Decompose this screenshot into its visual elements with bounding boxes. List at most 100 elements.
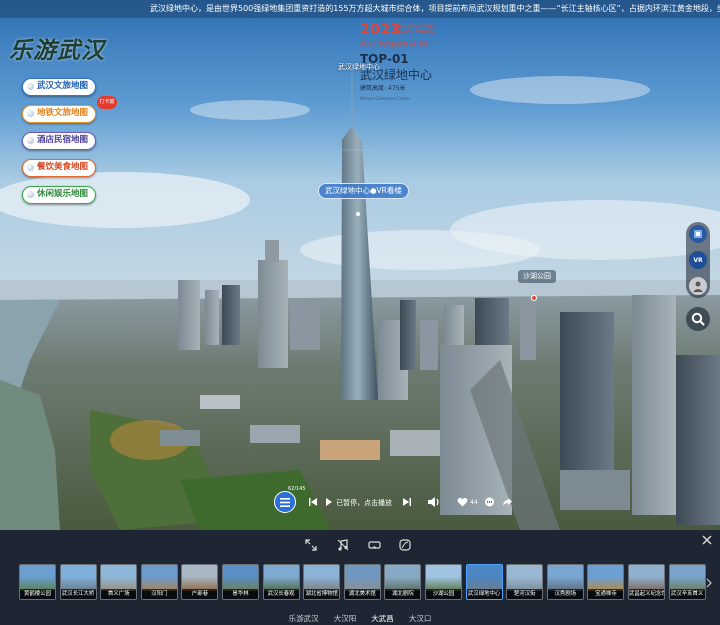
thumbnail-image (101, 565, 137, 591)
search-icon (691, 312, 705, 326)
scene-thumbnail[interactable]: 黄鹤楼公园 (19, 564, 56, 600)
scene-thumbnail[interactable]: 汉秀剧场 (546, 564, 584, 600)
expand-icon (305, 539, 317, 551)
poster-height: 建筑高度: 475米 (360, 85, 406, 92)
vr-glasses-icon (368, 541, 381, 549)
vr-mode-button[interactable]: VR (689, 251, 707, 269)
scene-thumbnail[interactable]: 武汉长江大桥 (59, 564, 97, 600)
music-button[interactable] (337, 536, 350, 551)
thumbnail-label: 楚河汉街 (507, 589, 543, 599)
close-panel-button[interactable] (702, 535, 712, 548)
thumbnail-image (588, 565, 624, 591)
thumbnail-image (629, 565, 664, 591)
thumbnail-label: 湖北剧院 (385, 589, 421, 599)
scene-thumbnail[interactable]: 户部巷 (181, 564, 219, 600)
share-button[interactable] (502, 496, 513, 508)
author-avatar[interactable] (689, 277, 707, 295)
announcement-marquee: 武汉绿地中心，是由世界500强绿地集团重资打造的155万方超大城市综合体，项目提… (0, 0, 720, 18)
menu-item-label: 酒店民宿地图 (37, 135, 89, 145)
thumbnail-image (141, 565, 177, 591)
share-icon (503, 498, 512, 506)
scene-thumbnail[interactable]: 武昌起义纪念馆 (628, 564, 665, 600)
scene-thumbnail[interactable]: 楚河汉街 (506, 564, 544, 600)
thumbnail-label: 武汉长春观 (263, 589, 299, 599)
tab-hanyang[interactable]: 大汉阳 (334, 612, 357, 625)
like-button[interactable]: 44 (457, 496, 478, 508)
player-bar: 62/145 已暂停，点击播放 44 (274, 486, 524, 516)
scene-thumbnail[interactable]: 湖北省博物馆 (303, 564, 341, 600)
thumbnail-label: 汉阳门 (141, 589, 177, 599)
menu-item-food-map[interactable]: 餐饮美食地图 (22, 159, 96, 177)
comment-icon (485, 497, 494, 506)
vr-icon: VR (693, 256, 703, 264)
tab-hankou[interactable]: 大汉口 (409, 612, 432, 625)
menu-item-label: 餐饮美食地图 (37, 162, 89, 172)
vr-hotspot[interactable]: 武汉绿地中心●VR看楼 (318, 183, 409, 199)
tower-label: 武汉绿地中心 (338, 63, 380, 71)
poster-english-title: WUHAN TOP TOWER BUILDING RANKINGS (394, 24, 436, 34)
like-count: 44 (470, 498, 478, 506)
scene-menu-button[interactable] (274, 491, 296, 513)
map-menu: 武汉文旅地图 地铁文旅地图 酒店民宿地图 餐饮美食地图 休闲娱乐地图 (22, 78, 96, 213)
play-button[interactable] (325, 496, 333, 508)
menu-item-leisure-map[interactable]: 休闲娱乐地图 (22, 186, 96, 204)
close-icon (702, 535, 712, 545)
thumbnail-image (304, 565, 340, 591)
next-button[interactable] (402, 496, 412, 508)
site-logo: 乐游武汉 (9, 37, 105, 64)
menu-item-metro-map[interactable]: 地铁文旅地图 (22, 105, 96, 123)
heart-icon (457, 497, 468, 507)
thumbnail-image (669, 565, 705, 591)
scene-thumbnail[interactable]: 汉阳门 (140, 564, 178, 600)
menu-item-label: 武汉文旅地图 (37, 81, 89, 91)
scene-counter: 62/145 (288, 486, 306, 492)
scene-thumbnail[interactable]: 武汉长春观 (262, 564, 300, 600)
thumbnail-label: 湖北省博物馆 (304, 589, 340, 599)
thumbnail-next-button[interactable] (706, 578, 712, 591)
menu-item-hotel-map[interactable]: 酒店民宿地图 (22, 132, 96, 150)
next-icon (403, 498, 411, 506)
fullscreen-button[interactable] (305, 536, 318, 551)
search-button[interactable] (686, 307, 710, 331)
thumbnail-label: 武昌起义纪念馆 (629, 589, 664, 599)
thumbnail-label: 汉秀剧场 (547, 589, 583, 599)
thumbnail-image (385, 565, 421, 591)
thumbnail-image (223, 565, 258, 591)
scene-thumbnail[interactable]: 湖北美术馆 (343, 564, 381, 600)
thumbnail-image (426, 565, 461, 591)
sound-button[interactable] (427, 496, 441, 508)
menu-item-label: 休闲娱乐地图 (37, 189, 89, 199)
previous-icon (309, 498, 317, 506)
globe-icon (27, 110, 34, 117)
thumbnail-label: 武汉长江大桥 (60, 589, 96, 599)
scene-thumbnail[interactable]: 昙华林 (222, 564, 259, 600)
gyroscope-button[interactable] (399, 536, 412, 551)
thumbnail-label: 武汉绿地中心 (466, 589, 502, 599)
tab-leyou-wuhan[interactable]: 乐游武汉 (289, 612, 319, 625)
park-hotspot[interactable]: 沙湖公园 (518, 270, 556, 283)
speaker-icon (428, 497, 439, 507)
scene-thumbnail[interactable]: 沙湖公园 (425, 564, 462, 600)
vr-glasses-button[interactable] (368, 536, 381, 549)
scene-thumbnail[interactable]: 武汉辛亥首义 (668, 564, 706, 600)
scene-thumbnail[interactable]: 湖北剧院 (384, 564, 422, 600)
thumbnail-label: 湖北美术馆 (344, 589, 380, 599)
scene-thumbnail[interactable]: 首义广场 (100, 564, 138, 600)
thumbnail-image (182, 565, 218, 591)
globe-icon (27, 83, 34, 90)
district-tabs: 乐游武汉 大汉阳 大武昌 大汉口 (0, 606, 720, 625)
thumbnail-image (507, 565, 543, 591)
thumbnail-image (344, 565, 380, 591)
playback-status: 已暂停，点击播放 (336, 499, 392, 507)
scene-thumbnail[interactable]: 武汉绿地中心 (465, 564, 503, 600)
prev-button[interactable] (308, 496, 318, 508)
menu-item-culture-map[interactable]: 武汉文旅地图 (22, 78, 96, 96)
play-icon (326, 498, 332, 506)
checkin-badge[interactable]: 打卡篇 (97, 96, 117, 109)
tab-wuchang[interactable]: 大武昌 (371, 612, 394, 625)
comment-button[interactable] (484, 496, 495, 508)
location-pin-icon[interactable] (531, 295, 537, 301)
scene-thumbnail[interactable]: 宝通禅寺 (587, 564, 625, 600)
map-icon[interactable] (689, 225, 707, 243)
scene-thumbnail-strip: 黄鹤楼公园 武汉长江大桥 首义广场 汉阳门 户部巷 昙华林 武汉长春观 湖北省博物馆 湖北美术馆… (19, 564, 709, 604)
